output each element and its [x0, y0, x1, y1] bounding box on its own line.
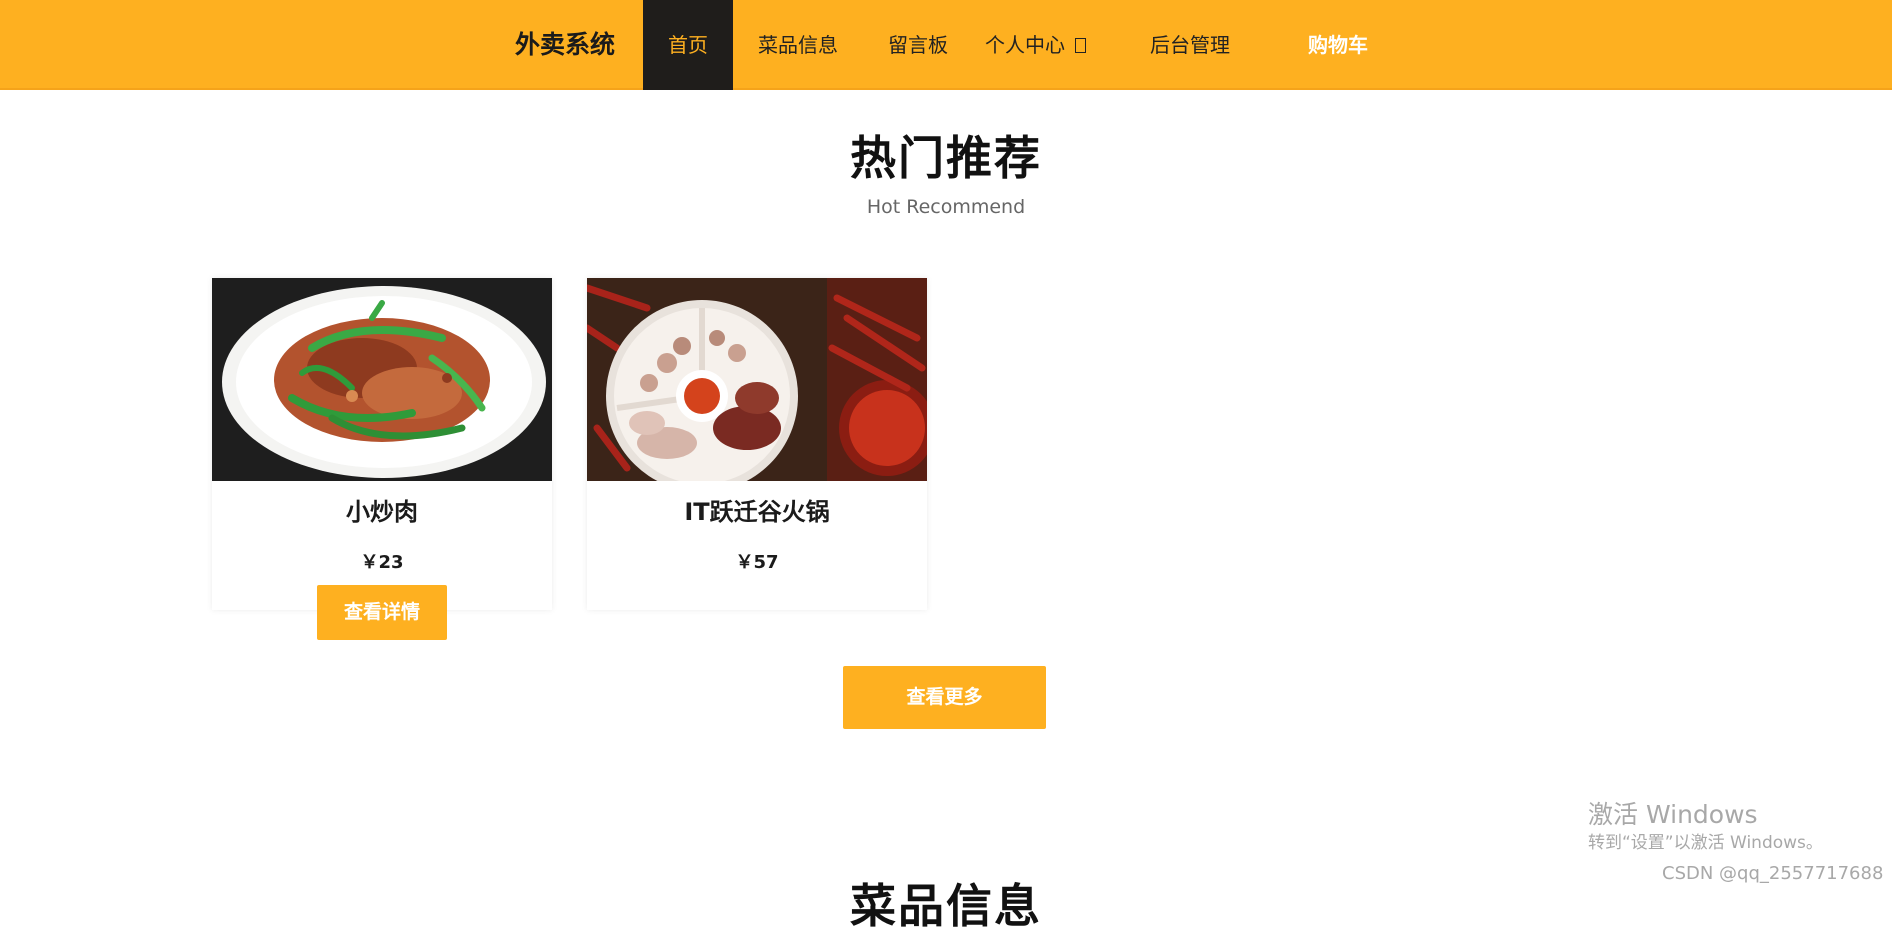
dish-card[interactable]: IT跃迁谷火锅 ￥57	[587, 278, 927, 610]
stir-fried-pork-photo[interactable]	[212, 278, 552, 481]
view-more-button[interactable]: 查看更多	[843, 666, 1046, 729]
nav-item-home[interactable]: 首页	[643, 0, 733, 90]
dishes-section-title: 菜品信息	[850, 879, 1042, 933]
dropdown-caret-icon	[1075, 38, 1086, 53]
windows-activation-hint: 转到“设置”以激活 Windows。	[1588, 833, 1823, 853]
hotpot-platter-photo[interactable]	[587, 278, 927, 481]
nav-item-message-board[interactable]: 留言板	[868, 0, 968, 90]
dish-card[interactable]: 小炒肉 ￥23	[212, 278, 552, 610]
top-navbar: 外卖系统 首页 菜品信息 留言板 个人中心 后台管理 购物车	[0, 0, 1892, 90]
nav-item-user-center-label: 个人中心	[985, 33, 1065, 57]
dish-price: ￥23	[360, 552, 404, 573]
dish-name[interactable]: 小炒肉	[212, 496, 552, 528]
hot-section-subtitle: Hot Recommend	[866, 196, 1026, 218]
nav-item-dishes[interactable]: 菜品信息	[743, 0, 853, 90]
windows-activation-title: 激活 Windows	[1588, 800, 1758, 829]
csdn-credit: CSDN @qq_2557717688	[1662, 863, 1884, 884]
brand-logo-text[interactable]: 外卖系统	[490, 0, 640, 90]
dish-price: ￥57	[735, 552, 779, 573]
nav-item-admin[interactable]: 后台管理	[1135, 0, 1245, 90]
dish-name[interactable]: IT跃迁谷火锅	[587, 496, 927, 528]
hot-section-title: 热门推荐	[850, 131, 1042, 185]
nav-item-cart[interactable]: 购物车	[1293, 0, 1383, 90]
nav-item-user-center[interactable]: 个人中心	[985, 0, 1110, 90]
view-details-button[interactable]: 查看详情	[317, 585, 447, 640]
